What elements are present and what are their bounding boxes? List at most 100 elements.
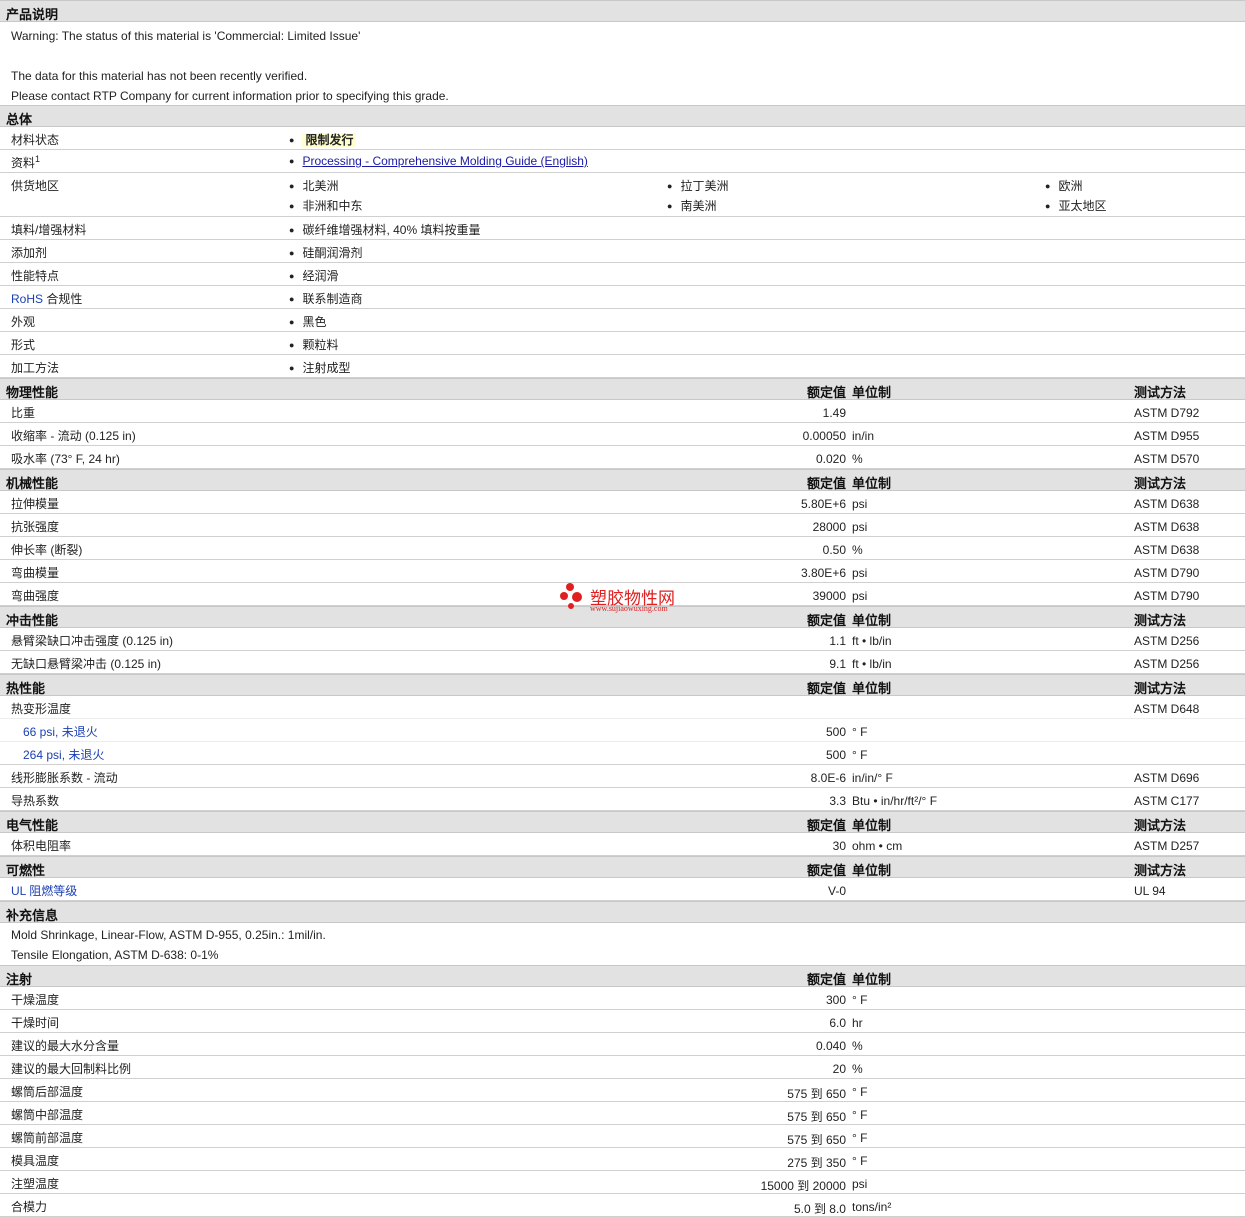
section-header: 可燃性 额定值 单位制 测试方法 [0, 856, 1245, 878]
watermark-url: www.sujiaowuxing.com [590, 604, 668, 613]
method-column-header: 测试方法 [1134, 863, 1187, 878]
property-unit: hr [852, 1016, 863, 1030]
property-value: 500 [825, 748, 846, 762]
section-title: 冲击性能 [6, 613, 59, 628]
property-value: 8.0E-6 [810, 771, 846, 785]
test-method: ASTM D570 [1134, 452, 1200, 466]
unit-column-header: 单位制 [852, 681, 892, 696]
property-value: 300 [825, 993, 846, 1007]
injection-row: 螺筒前部温度 575 到 650 ° F [0, 1125, 1245, 1148]
property-row: 264 psi, 未退火 500 ° F [0, 742, 1245, 765]
test-method: ASTM D790 [1134, 589, 1200, 603]
general-row: RoHS 合规性 联系制造商 [0, 286, 1245, 309]
property-row: 66 psi, 未退火 500 ° F [0, 719, 1245, 742]
item-text: 亚太地区 [1058, 199, 1107, 213]
row-label: 形式 [11, 336, 35, 353]
value-column-header: 额定值 [806, 681, 846, 696]
general-row: 供货地区 北美洲 拉丁美洲 欧洲非洲和中东 南美洲 亚太地区 [0, 173, 1245, 217]
footnote-marker: 1 [35, 154, 41, 164]
section-title: 热性能 [6, 681, 46, 696]
supplementary-notes: Mold Shrinkage, Linear-Flow, ASTM D-955,… [0, 923, 1245, 965]
injection-row: 模具温度 275 到 350 ° F [0, 1148, 1245, 1171]
property-label: 线形膨胀系数 - 流动 [11, 771, 118, 785]
item-text: 南美洲 [680, 199, 717, 213]
label-text: 填料/增强材料 [11, 223, 87, 237]
document-link[interactable]: Processing - Comprehensive Molding Guide… [302, 154, 587, 168]
property-label: 拉伸模量 [11, 497, 60, 511]
section-header: 热性能 额定值 单位制 测试方法 [0, 674, 1245, 696]
general-row: 材料状态 限制发行 [0, 127, 1245, 150]
test-method: ASTM D696 [1134, 771, 1200, 785]
property-value: 20 [832, 1062, 846, 1076]
item-text: 联系制造商 [302, 292, 363, 306]
row-label: 材料状态 [11, 131, 59, 148]
section-header: 补充信息 [0, 901, 1245, 923]
property-label: 注塑温度 [11, 1177, 60, 1191]
list-item: 亚太地区 [1045, 197, 1106, 214]
property-label: 螺筒后部温度 [11, 1085, 84, 1099]
general-row: 资料1 Processing - Comprehensive Molding Gu… [0, 150, 1245, 173]
item-text: 北美洲 [302, 179, 339, 193]
property-unit: ° F [852, 1154, 868, 1168]
value-column-header: 额定值 [806, 385, 846, 400]
property-unit: psi [852, 566, 868, 580]
property-unit: psi [852, 589, 868, 603]
property-value: 28000 [812, 520, 846, 534]
property-row: 导热系数 3.3 Btu • in/hr/ft²/° F ASTM C177 [0, 788, 1245, 811]
label-text: 外观 [11, 315, 36, 329]
list-item: 非洲和中东 [289, 197, 362, 214]
list-item: 黑色 [289, 313, 326, 330]
item-text: 黑色 [302, 315, 327, 329]
test-method: ASTM D955 [1134, 429, 1200, 443]
value-column-header: 额定值 [806, 613, 846, 628]
property-unit: ° F [852, 1108, 868, 1122]
label-text: 添加剂 [11, 246, 48, 260]
section-header: 产品说明 [0, 0, 1245, 22]
value-column-header: 额定值 [806, 818, 846, 833]
injection-row: 注塑温度 15000 到 20000 psi [0, 1171, 1245, 1194]
property-value: 5.80E+6 [800, 497, 846, 511]
property-value: 0.020 [815, 452, 846, 466]
property-label: 抗张强度 [11, 520, 60, 534]
property-unit: in/in/° F [852, 771, 893, 785]
list-item: 颗粒料 [289, 336, 338, 353]
property-row: 抗张强度 28000 psi ASTM D638 [0, 514, 1245, 537]
property-label: 热变形温度 [11, 702, 72, 716]
property-value: 0.040 [815, 1039, 846, 1053]
property-unit: psi [852, 520, 868, 534]
list-item[interactable]: Processing - Comprehensive Molding Guide… [289, 154, 587, 168]
injection-row: 螺筒后部温度 575 到 650 ° F [0, 1079, 1245, 1102]
property-row: 热变形温度 ASTM D648 [0, 696, 1245, 719]
test-method: ASTM D256 [1134, 657, 1200, 671]
row-label: 资料1 [11, 154, 40, 171]
section-header: 物理性能 额定值 单位制 测试方法 [0, 378, 1245, 400]
method-column-header: 测试方法 [1134, 818, 1187, 833]
property-label: 模具温度 [11, 1154, 60, 1168]
property-unit: ° F [852, 725, 868, 739]
injection-row: 干燥温度 300 ° F [0, 987, 1245, 1010]
injection-row: 干燥时间 6.0 hr [0, 1010, 1245, 1033]
property-unit: in/in [852, 429, 875, 443]
property-unit: ° F [852, 1085, 868, 1099]
rohs-link: RoHS [11, 292, 44, 306]
property-label: 66 psi, 未退火 [23, 725, 98, 739]
property-unit: ° F [852, 993, 868, 1007]
unit-column-header: 单位制 [852, 972, 892, 987]
property-label: 建议的最大水分含量 [11, 1039, 120, 1053]
property-value: 575 到 650 [787, 1087, 846, 1101]
property-row: 吸水率 (73° F, 24 hr) 0.020% ASTM D570 [0, 446, 1245, 469]
item-text: 硅酮润滑剂 [302, 246, 363, 260]
supp-line: Tensile Elongation, ASTM D-638: 0-1% [11, 948, 219, 962]
unit-column-header: 单位制 [852, 818, 892, 833]
label-text: 性能特点 [11, 269, 60, 283]
section-header: 注射 额定值 单位制 [0, 965, 1245, 987]
property-label: 合模力 [11, 1200, 48, 1214]
item-text: 欧洲 [1058, 179, 1083, 193]
method-column-header: 测试方法 [1134, 681, 1187, 696]
value-column-header: 额定值 [806, 863, 846, 878]
method-column-header: 测试方法 [1134, 385, 1187, 400]
property-label: 264 psi, 未退火 [23, 748, 105, 762]
property-label: 干燥温度 [11, 993, 60, 1007]
property-row: 悬臂梁缺口冲击强度 (0.125 in) 1.1 ft • lb/in ASTM D2… [0, 628, 1245, 651]
row-label: 外观 [11, 313, 35, 330]
